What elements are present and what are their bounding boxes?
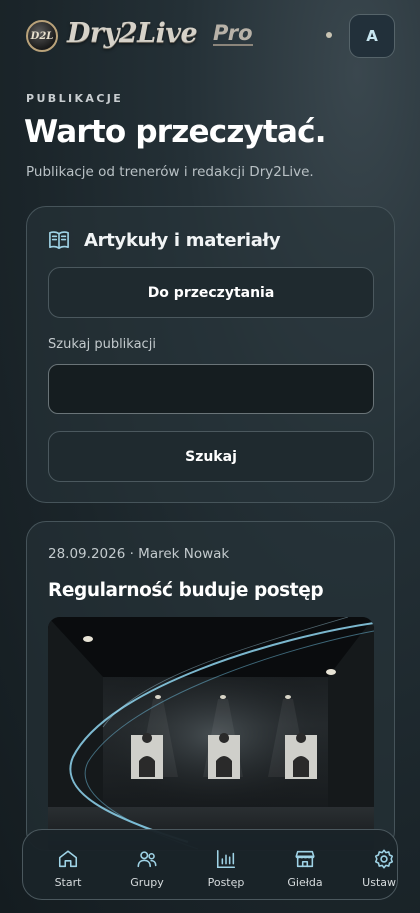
article-title[interactable]: Regularność buduje postęp — [48, 580, 324, 601]
nav-label-settings: Ustawie — [362, 876, 397, 889]
search-button[interactable]: Szukaj — [48, 431, 374, 482]
home-icon — [58, 850, 78, 868]
page-title: Warto przeczytać. — [24, 114, 326, 150]
articles-panel: Artykuły i materiały Do przeczytania Szu… — [26, 206, 395, 503]
panel-header: Artykuły i materiały — [48, 228, 281, 252]
article-card[interactable]: 28.09.2026 · Marek Nowak Regularność bud… — [26, 521, 395, 851]
book-open-icon — [49, 231, 69, 249]
app-logo: Dry2Live — [67, 18, 198, 49]
page-subtitle: Publikacje od trenerów i redakcji Dry2Li… — [26, 164, 314, 180]
article-meta: 28.09.2026 · Marek Nowak — [48, 546, 230, 562]
search-label: Szukaj publikacji — [48, 337, 156, 352]
nav-item-groups[interactable]: Grupy — [107, 830, 187, 899]
shooting-range-image — [48, 617, 374, 850]
panel-title: Artykuły i materiały — [84, 229, 281, 251]
top-bar: D2L Dry2Live Pro A — [0, 0, 420, 72]
nav-label-groups: Grupy — [130, 876, 164, 889]
status-dot — [326, 32, 332, 38]
bar-chart-icon — [216, 849, 236, 869]
nav-item-progress[interactable]: Postęp — [186, 830, 266, 899]
article-image[interactable] — [48, 617, 374, 850]
nav-item-settings[interactable]: Ustawie — [344, 830, 397, 899]
search-input[interactable] — [48, 364, 374, 414]
nav-label-progress: Postęp — [207, 876, 245, 889]
bottom-nav: Start Grupy Postęp Giełda Ustawie — [22, 829, 398, 900]
nav-label-start: Start — [54, 876, 82, 889]
avatar-button[interactable]: A — [349, 14, 395, 58]
store-icon — [295, 850, 315, 868]
app-logo-pro: Pro — [213, 21, 253, 46]
nav-item-start[interactable]: Start — [28, 830, 108, 899]
nav-item-market[interactable]: Giełda — [265, 830, 345, 899]
settings-icon — [374, 849, 394, 869]
to-read-button[interactable]: Do przeczytania — [48, 267, 374, 318]
logo-badge: D2L — [26, 20, 58, 52]
section-eyebrow: PUBLIKACJE — [26, 92, 124, 105]
users-icon — [137, 851, 157, 868]
nav-label-market: Giełda — [287, 876, 323, 889]
